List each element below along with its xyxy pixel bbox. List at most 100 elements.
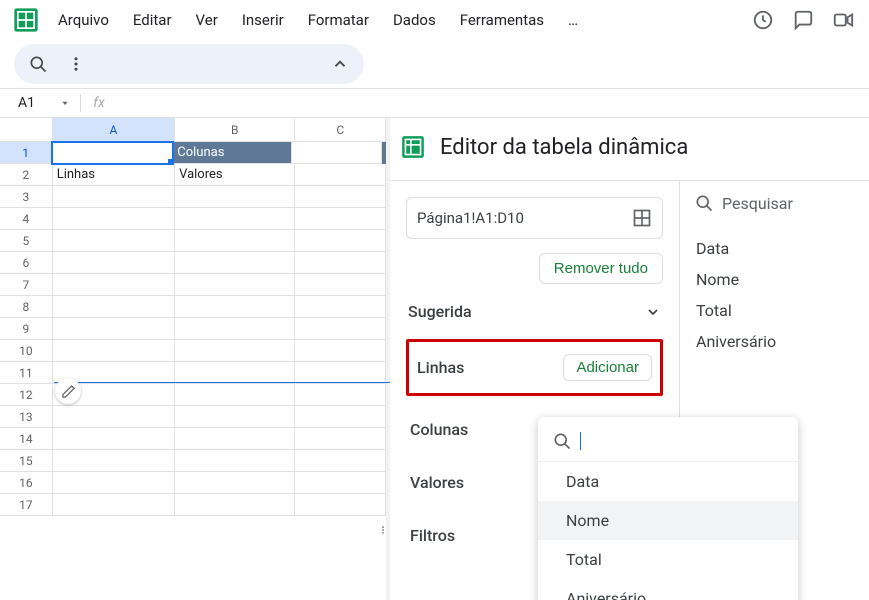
cell-c16[interactable] (295, 472, 386, 494)
cell-b8[interactable] (175, 296, 295, 318)
cell-b9[interactable] (175, 318, 295, 340)
more-icon[interactable] (66, 54, 86, 74)
cell-c6[interactable] (295, 252, 386, 274)
cell-b5[interactable] (175, 230, 295, 252)
menu-dados[interactable]: Dados (381, 5, 448, 35)
cell-b17[interactable] (175, 494, 295, 516)
comment-icon[interactable] (783, 0, 823, 40)
sheets-logo-icon[interactable] (6, 6, 46, 34)
cell-c15[interactable] (295, 450, 386, 472)
popup-search[interactable] (538, 425, 798, 462)
menu-arquivo[interactable]: Arquivo (46, 5, 121, 35)
add-linhas-button[interactable]: Adicionar (563, 354, 652, 381)
spreadsheet-grid[interactable]: A B C 1Colunas2LinhasValores345678910111… (0, 118, 390, 600)
chevron-down-icon[interactable] (60, 98, 70, 108)
col-header-a[interactable]: A (53, 118, 175, 142)
name-box[interactable]: A1 (0, 89, 80, 117)
meet-icon[interactable] (823, 0, 863, 40)
cell-c13[interactable] (295, 406, 386, 428)
row-header[interactable]: 17 (0, 494, 53, 516)
cell-b15[interactable] (175, 450, 295, 472)
field-item[interactable]: Total (694, 295, 855, 326)
popup-item[interactable]: Aniversário (538, 579, 798, 600)
col-header-c[interactable]: C (295, 118, 386, 142)
cell-b16[interactable] (175, 472, 295, 494)
fields-search[interactable]: Pesquisar (694, 193, 855, 213)
cell-a17[interactable] (53, 494, 175, 516)
cell-a13[interactable] (53, 406, 175, 428)
cell-a7[interactable] (53, 274, 175, 296)
cell-b11[interactable] (175, 362, 295, 384)
menu-…[interactable]: … (556, 5, 590, 35)
cell-a15[interactable] (53, 450, 175, 472)
cell-c12[interactable] (295, 384, 386, 406)
history-icon[interactable] (743, 0, 783, 40)
cell-a10[interactable] (53, 340, 175, 362)
row-header[interactable]: 15 (0, 450, 53, 472)
cell-a14[interactable] (53, 428, 175, 450)
popup-item[interactable]: Nome (538, 501, 798, 540)
menu-ver[interactable]: Ver (184, 5, 230, 35)
row-header[interactable]: 7 (0, 274, 53, 296)
cell-a16[interactable] (53, 472, 175, 494)
cell-b14[interactable] (175, 428, 295, 450)
cell-b1[interactable]: Colunas (173, 142, 292, 164)
row-header[interactable]: 5 (0, 230, 53, 252)
cell-a9[interactable] (53, 318, 175, 340)
cell-a6[interactable] (53, 252, 175, 274)
cell-c8[interactable] (295, 296, 386, 318)
row-header[interactable]: 6 (0, 252, 53, 274)
cell-a8[interactable] (53, 296, 175, 318)
field-item[interactable]: Data (694, 233, 855, 264)
cell-b12[interactable] (175, 384, 295, 406)
cell-b10[interactable] (175, 340, 295, 362)
row-header[interactable]: 11 (0, 362, 53, 384)
cell-b7[interactable] (175, 274, 295, 296)
menu-ferramentas[interactable]: Ferramentas (448, 5, 556, 35)
cell-b4[interactable] (175, 208, 295, 230)
row-header[interactable]: 16 (0, 472, 53, 494)
cell-c2[interactable] (295, 164, 386, 186)
search-icon[interactable] (28, 54, 48, 74)
cell-c11[interactable] (295, 362, 386, 384)
cell-c17[interactable] (295, 494, 386, 516)
popup-item[interactable]: Total (538, 540, 798, 579)
cell-a5[interactable] (53, 230, 175, 252)
menu-inserir[interactable]: Inserir (230, 5, 296, 35)
cell-a1[interactable] (52, 142, 173, 164)
menu-formatar[interactable]: Formatar (296, 5, 381, 35)
row-header[interactable]: 9 (0, 318, 53, 340)
cell-b3[interactable] (175, 186, 295, 208)
cell-a3[interactable] (53, 186, 175, 208)
popup-item[interactable]: Data (538, 462, 798, 501)
col-header-b[interactable]: B (175, 118, 295, 142)
chevron-up-icon[interactable] (330, 54, 350, 74)
cell-c14[interactable] (295, 428, 386, 450)
remove-all-button[interactable]: Remover tudo (539, 253, 663, 284)
cell-b2[interactable]: Valores (175, 164, 295, 186)
drag-handle-icon[interactable] (378, 521, 388, 539)
cell-a4[interactable] (53, 208, 175, 230)
cell-b13[interactable] (175, 406, 295, 428)
row-header[interactable]: 1 (0, 142, 52, 164)
row-header[interactable]: 14 (0, 428, 53, 450)
menu-editar[interactable]: Editar (121, 5, 184, 35)
row-header[interactable]: 2 (0, 164, 53, 186)
row-header[interactable]: 4 (0, 208, 53, 230)
edit-icon[interactable] (55, 378, 81, 404)
row-header[interactable]: 3 (0, 186, 53, 208)
range-input[interactable]: Página1!A1:D10 (406, 197, 663, 239)
menus-pill[interactable] (14, 44, 364, 84)
cell-c3[interactable] (295, 186, 386, 208)
select-all-corner[interactable] (0, 118, 53, 142)
field-item[interactable]: Nome (694, 264, 855, 295)
cell-b6[interactable] (175, 252, 295, 274)
cell-c5[interactable] (295, 230, 386, 252)
cell-c4[interactable] (295, 208, 386, 230)
row-header[interactable]: 13 (0, 406, 53, 428)
row-header[interactable]: 8 (0, 296, 53, 318)
cell-a2[interactable]: Linhas (53, 164, 175, 186)
row-header[interactable]: 12 (0, 384, 53, 406)
select-range-icon[interactable] (632, 208, 652, 228)
cell-c1[interactable] (292, 142, 382, 164)
